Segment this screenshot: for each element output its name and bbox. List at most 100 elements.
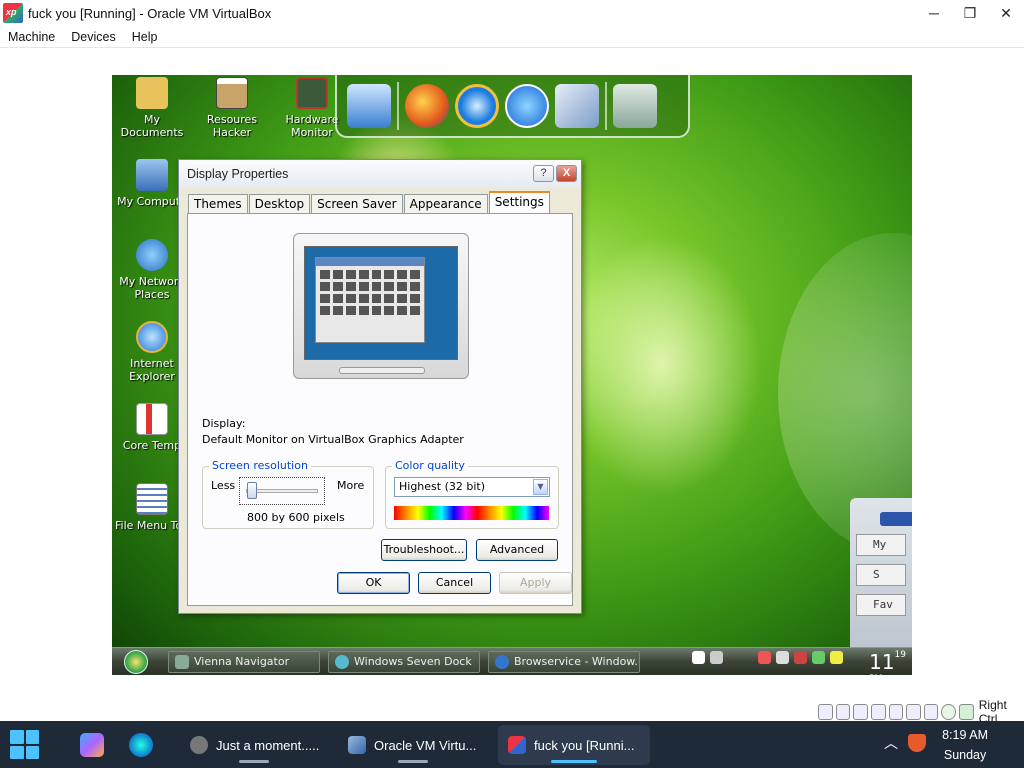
resolution-less-label: Less [211,479,236,492]
usb-icon[interactable] [870,704,886,720]
guest-task-browservice[interactable]: Browservice - Window... [488,650,640,673]
settings-dock-icon[interactable] [555,83,599,128]
desktop-icon-resource-hacker[interactable]: Resoures Hacker [192,77,272,139]
display-value: Default Monitor on VirtualBox Graphics A… [202,433,464,446]
side-panel-fav-button[interactable]: Fav [856,594,906,616]
resolution-more-label: More [337,479,365,492]
chevron-up-icon[interactable]: ︿ [884,733,898,753]
guest-start-button[interactable] [124,649,148,674]
app-tray-icon[interactable] [794,651,807,664]
display-label: Display: [202,417,246,430]
network-globe-icon [136,239,168,271]
cancel-button[interactable]: Cancel [418,572,491,594]
hard-disk-icon[interactable] [818,704,833,720]
hammer-icon [216,77,248,109]
recording-icon[interactable] [923,704,939,720]
monitor-preview [293,233,469,379]
copilot-icon[interactable] [80,733,104,757]
settings-panel: Display: Default Monitor on VirtualBox G… [187,213,573,606]
dialog-close-button[interactable]: X [556,165,577,182]
advanced-button[interactable]: Advanced [476,539,558,561]
recycle-bin-icon[interactable] [613,83,657,128]
help-tray-icon[interactable] [692,651,705,664]
tab-desktop[interactable]: Desktop [248,194,311,214]
resolution-slider[interactable] [239,477,325,505]
screen-resolution-title: Screen resolution [209,459,311,472]
tab-settings[interactable]: Settings [488,191,550,214]
windows-seven-dock [335,75,690,138]
taskbar-item-just-a-moment[interactable]: Just a moment..... [180,725,328,765]
side-panel-s-button[interactable]: S [856,564,906,586]
side-panel-my-button[interactable]: My [856,534,906,556]
host-system-tray: ︿ [884,733,926,753]
resolution-slider-thumb[interactable] [247,482,257,499]
color-quality-select[interactable]: Highest (32 bit) ▼ [394,477,550,497]
menu-help[interactable]: Help [124,30,166,44]
chevron-down-icon[interactable]: ▼ [533,479,548,495]
guest-taskbar: Vienna Navigator Windows Seven Dock Brow… [112,647,912,675]
shared-folders-icon[interactable] [888,704,904,720]
guest-system-tray [692,651,843,664]
host-menubar: Machine Devices Help [0,26,1024,48]
host-key-icon[interactable] [959,704,974,720]
browser-window-icon [190,736,208,754]
guest-clock: 1119PM [869,650,906,675]
window-controls: ─ ❐ ✕ [916,0,1024,26]
maximize-button[interactable]: ❐ [952,0,988,26]
volume-icon[interactable] [776,651,789,664]
shield-icon[interactable] [908,734,926,752]
tab-screen-saver[interactable]: Screen Saver [311,194,403,214]
xp-vm-icon [508,736,526,754]
tab-themes[interactable]: Themes [188,194,248,214]
security-tray-icon[interactable] [758,651,771,664]
virtualbox-vm-icon: xp [3,3,23,23]
media-player-dock-icon[interactable] [505,83,549,128]
chip-icon [296,77,328,109]
virtualbox-icon [348,736,366,754]
apply-button[interactable]: Apply [499,572,572,594]
dialog-titlebar: Display Properties ? X [179,160,581,188]
close-button[interactable]: ✕ [988,0,1024,26]
display-icon[interactable] [906,704,921,720]
edge-icon[interactable] [129,733,153,757]
optical-drive-icon[interactable] [835,704,851,720]
troubleshoot-button[interactable]: Troubleshoot... [381,539,467,561]
help-button[interactable]: ? [533,165,554,182]
internet-explorer-icon [136,321,168,353]
ok-button[interactable]: OK [337,572,410,594]
file-menu-icon [136,483,168,515]
color-quality-group: Color quality Highest (32 bit) ▼ [385,459,559,529]
taskbar-item-vm-window[interactable]: fuck you [Runni... [498,725,650,765]
resolution-value: 800 by 600 pixels [247,511,345,524]
screen-resolution-group: Screen resolution Less More 800 by 600 p… [202,459,374,529]
computer-dock-icon[interactable] [347,83,391,128]
tab-appearance[interactable]: Appearance [403,194,488,214]
minimize-button[interactable]: ─ [916,0,952,26]
guest-desktop[interactable]: My Documents Resoures Hacker Hardware Mo… [112,75,912,675]
network-tray-icon[interactable] [812,651,825,664]
host-clock[interactable]: 8:19 AM Sunday [942,725,988,765]
guest-task-vienna-navigator[interactable]: Vienna Navigator [168,650,320,673]
guest-task-seven-dock[interactable]: Windows Seven Dock [328,650,480,673]
folder-icon [136,77,168,109]
display-properties-dialog: Display Properties ? X Themes Desktop Sc… [178,159,582,614]
internet-explorer-dock-icon[interactable] [455,83,499,128]
network-adapter-icon[interactable] [853,704,868,720]
menu-devices[interactable]: Devices [63,30,123,44]
desktop-icon-my-documents[interactable]: My Documents [112,77,192,139]
color-spectrum-bar [394,506,549,520]
internet-explorer-icon [495,654,509,669]
cpu-activity-icon[interactable] [941,704,957,720]
tab-bar: Themes Desktop Screen Saver Appearance S… [188,191,551,214]
color-quality-title: Color quality [392,459,468,472]
notification-tray-icon[interactable] [830,651,843,664]
computer-icon [136,159,168,191]
start-button[interactable] [10,730,39,759]
dialog-title: Display Properties [187,167,289,181]
taskbar-item-virtualbox[interactable]: Oracle VM Virtu... [338,725,488,765]
dock-app-icon [335,654,349,669]
menu-machine[interactable]: Machine [0,30,63,44]
host-titlebar: xp fuck you [Running] - Oracle VM Virtua… [0,0,1024,26]
firefox-dock-icon[interactable] [405,83,449,128]
display-tray-icon[interactable] [710,651,723,664]
